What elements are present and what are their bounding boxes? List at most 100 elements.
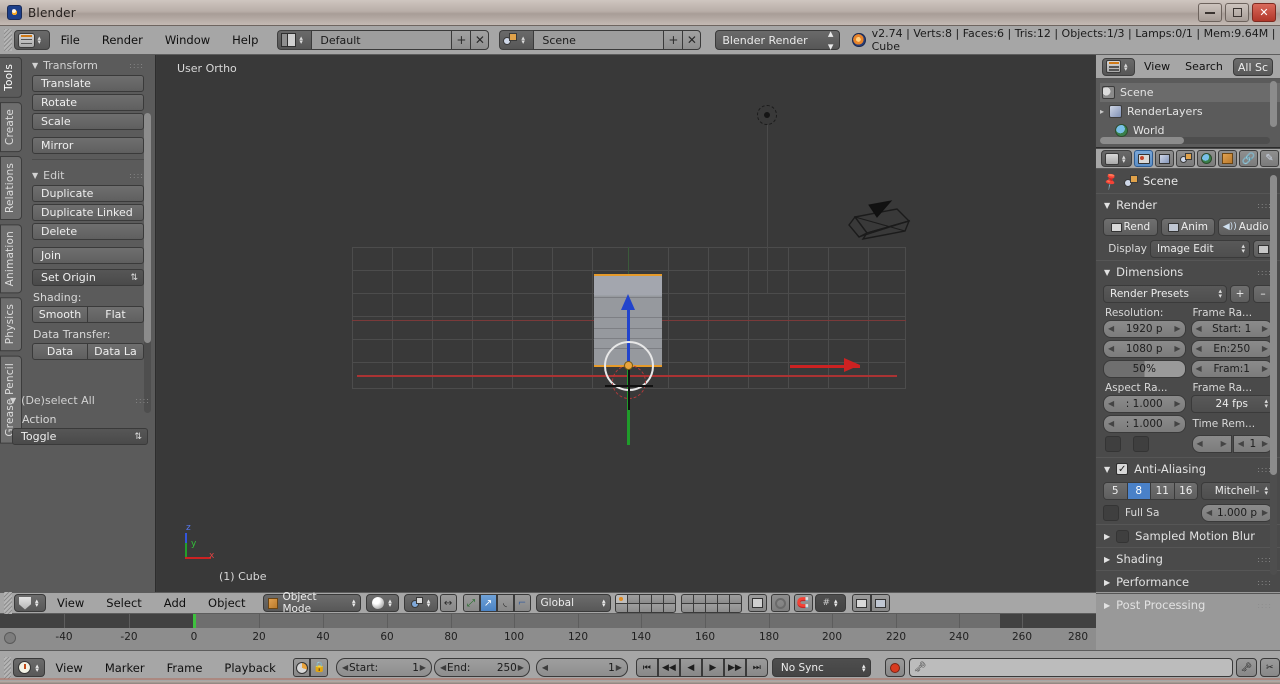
render-animation-button[interactable]: Anim (1160, 218, 1216, 236)
panel-header-anti-aliasing[interactable]: ▼ ✓ Anti-Aliasing :::: (1096, 457, 1280, 480)
timeline-menu-frame[interactable]: Frame (156, 658, 214, 678)
lamp-object[interactable] (757, 105, 777, 125)
interaction-mode-dropdown[interactable]: Object Mode ▴ ▾ (262, 591, 361, 615)
play-icon[interactable]: ▶ (701, 658, 724, 677)
aa-sample-5[interactable]: 5 (1104, 483, 1128, 499)
render-image-button[interactable]: Rend (1103, 218, 1158, 236)
jump-to-start-icon[interactable]: ⏮ (635, 658, 658, 677)
add-preset-button[interactable]: + (1230, 285, 1250, 303)
viewport-3d[interactable]: User Ortho z y x (1) Cube (157, 55, 1095, 592)
render-only-icon[interactable] (747, 594, 767, 612)
aa-filter-dropdown[interactable]: Mitchell- ▴ ▾ (1201, 482, 1273, 500)
menu-window[interactable]: Window (154, 30, 221, 50)
layer-group-2[interactable] (680, 593, 742, 613)
object-origin-dot[interactable] (624, 361, 633, 370)
manipulator-extra-icon[interactable]: ⌐ (513, 594, 531, 612)
jump-to-end-icon[interactable]: ⏭ (745, 658, 768, 677)
record-icon[interactable] (884, 658, 905, 677)
render-presets-dropdown[interactable]: Render Presets ▴ ▾ (1103, 285, 1227, 303)
properties-tab-object[interactable] (1218, 150, 1237, 167)
frame-end-field[interactable]: ◀ End: 250 ▶ (433, 658, 530, 677)
view3d-menu-add[interactable]: Add (153, 593, 197, 613)
step-back-icon[interactable]: ◀◀ (657, 658, 680, 677)
outliner-menu-view[interactable]: View (1135, 60, 1179, 73)
outliner-editor-icon[interactable]: ▴ ▾ (1102, 57, 1135, 76)
add-scene-button[interactable]: + (663, 30, 683, 50)
resolution-x-field[interactable]: ◀ 1920 p ▶ (1103, 320, 1186, 338)
properties-editor-icon[interactable]: ▴ ▾ (1101, 150, 1132, 167)
timeline-playhead[interactable] (193, 614, 196, 628)
delete-button[interactable]: Delete (32, 223, 144, 240)
close-button[interactable]: ✕ (1252, 3, 1276, 22)
panel-header-performance[interactable]: ▶ Performance :::: (1096, 570, 1280, 593)
panel-header-edit[interactable]: ▼ Edit :::: (26, 165, 150, 185)
sync-mode-dropdown[interactable]: No Sync ▴ ▾ (771, 658, 871, 677)
tab-physics[interactable]: Physics (0, 297, 22, 352)
anti-aliasing-checkbox[interactable]: ✓ (1116, 463, 1129, 475)
viewport-shading-dropdown[interactable]: ▴ ▾ (365, 594, 399, 612)
aa-sample-16[interactable]: 16 (1174, 483, 1197, 499)
timeline-ruler[interactable]: -40 -20 0 20 40 60 80 100 120 140 160 18… (0, 628, 1096, 650)
scale-manipulator-icon[interactable]: ◟ (496, 594, 514, 612)
panel-header-transform[interactable]: ▼ Transform :::: (26, 55, 150, 75)
aspect-y-field[interactable]: ◀: 1.000 ▶ (1103, 415, 1186, 433)
outliner-display-mode[interactable]: All Sc (1232, 57, 1274, 76)
manipulator-x-arrowhead[interactable] (844, 358, 860, 372)
manipulator-z-arrowhead[interactable] (621, 294, 635, 310)
properties-tab-scene[interactable] (1176, 150, 1195, 167)
screen-layout-name[interactable]: Default (311, 30, 452, 50)
full-sample-toggle[interactable] (1103, 505, 1119, 521)
duplicate-button[interactable]: Duplicate (32, 185, 144, 202)
view3d-menu-view[interactable]: View (46, 593, 95, 613)
mirror-button[interactable]: Mirror (32, 137, 144, 154)
render-animation-icon[interactable] (870, 594, 890, 612)
timeline-strip[interactable]: -40 -20 0 20 40 60 80 100 120 140 160 18… (0, 614, 1096, 650)
properties-tab-world[interactable] (1197, 150, 1216, 167)
timeline-editor-icon[interactable]: ▴ ▾ (13, 658, 45, 677)
set-origin-dropdown[interactable]: Set Origin (32, 269, 144, 286)
render-audio-button[interactable]: ◀)) Audio (1218, 218, 1274, 236)
border-toggle[interactable] (1105, 436, 1121, 452)
header-grip[interactable] (4, 592, 12, 614)
timeline-menu-playback[interactable]: Playback (213, 658, 286, 678)
panel-header-post-processing[interactable]: ▶ Post Processing :::: (1096, 593, 1280, 616)
aa-sample-8[interactable]: 8 (1127, 483, 1151, 499)
minimize-button[interactable] (1198, 3, 1222, 22)
panel-header-deselect-all[interactable]: ▼ (De)select All :::: (10, 390, 156, 410)
view3d-menu-select[interactable]: Select (95, 593, 152, 613)
keying-set-field[interactable]: 🗝 (908, 658, 1234, 677)
transform-orientation-dropdown[interactable]: Global ▴ ▾ (535, 594, 611, 612)
properties-tab-render[interactable] (1134, 150, 1153, 167)
duplicate-linked-button[interactable]: Duplicate Linked (32, 204, 144, 221)
lock-icon[interactable]: 🔒 (310, 658, 329, 677)
key-remove-icon[interactable]: ✂ (1259, 658, 1280, 677)
join-button[interactable]: Join (32, 247, 144, 264)
tab-tools[interactable]: Tools (0, 57, 22, 98)
expand-triangle-icon[interactable]: ▸ (1100, 107, 1104, 116)
menu-file[interactable]: File (50, 30, 91, 50)
resolution-y-field[interactable]: ◀ 1080 p ▶ (1103, 340, 1186, 358)
view3d-menu-object[interactable]: Object (197, 593, 256, 613)
properties-tab-renderlayers[interactable] (1155, 150, 1174, 167)
snap-magnet-icon[interactable]: 🧲 (793, 594, 813, 612)
screen-layout-icon[interactable]: ▴ ▾ (277, 30, 312, 50)
shade-smooth-button[interactable]: Smooth (32, 306, 88, 323)
time-remap-new-field[interactable]: ◀ 1 ▶ (1232, 435, 1273, 453)
data-layout-button[interactable]: Data La (88, 343, 144, 360)
view3d-editor-icon[interactable]: ▴ ▾ (14, 594, 46, 612)
time-remap-old-field[interactable]: ◀ ▶ (1191, 435, 1232, 453)
shade-flat-button[interactable]: Flat (88, 306, 144, 323)
panel-header-shading[interactable]: ▶ Shading :::: (1096, 547, 1280, 570)
editor-type-selector[interactable]: ▴ ▾ (13, 30, 50, 50)
panel-header-render[interactable]: ▼ Render :::: (1096, 193, 1280, 216)
render-engine-selector[interactable]: Blender Render ▴ ▾ (715, 27, 841, 53)
translate-button[interactable]: Translate (32, 75, 144, 92)
delete-scene-button[interactable]: ✕ (682, 30, 702, 50)
frame-end-field[interactable]: ◀ En:250 ▶ (1190, 340, 1273, 358)
delete-screen-layout-button[interactable]: ✕ (470, 30, 490, 50)
resolution-percent-field[interactable]: 50% (1103, 360, 1186, 378)
outliner-menu-search[interactable]: Search (1179, 60, 1229, 73)
toolshelf-scrollbar[interactable] (144, 113, 151, 413)
snap-element-dropdown[interactable]: # ▴ ▾ (814, 594, 846, 612)
tab-create[interactable]: Create (0, 101, 22, 152)
